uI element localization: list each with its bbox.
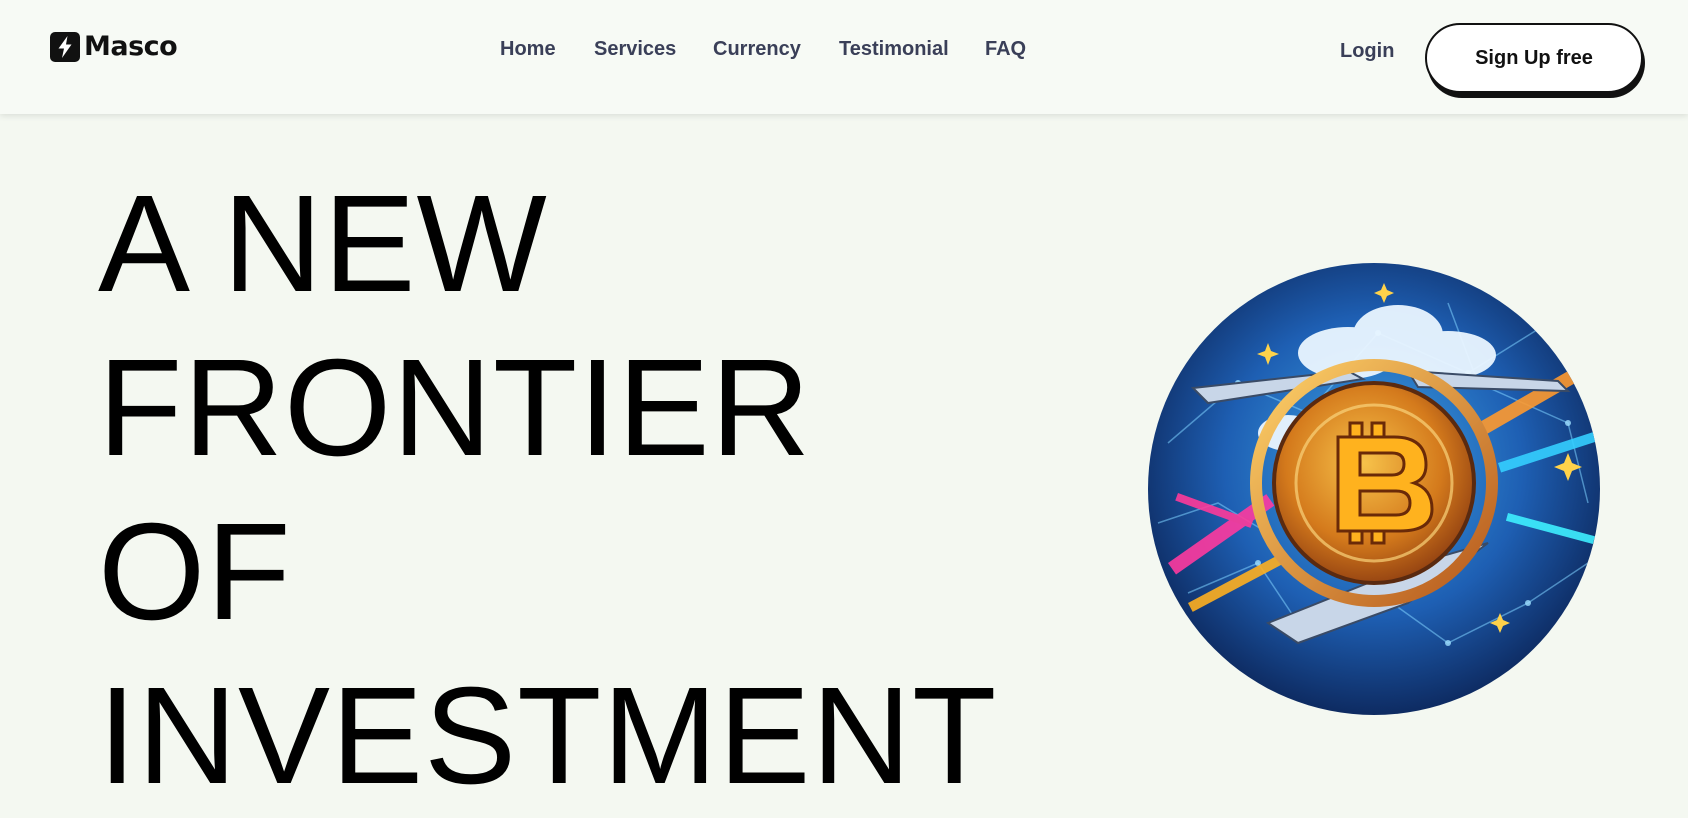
nav-services[interactable]: Services bbox=[594, 38, 676, 61]
nav-home[interactable]: Home bbox=[500, 38, 556, 61]
site-header: Masco Home Services Currency Testimonial… bbox=[0, 0, 1688, 114]
hero-title-line: INVESTMENT bbox=[98, 659, 998, 813]
hero-title-line: A NEW bbox=[98, 167, 548, 321]
hero-title: A NEW FRONTIER OF INVESTMENT bbox=[98, 162, 997, 818]
hero-title-line: OF bbox=[98, 495, 292, 649]
sign-up-button[interactable]: Sign Up free bbox=[1425, 23, 1643, 93]
nav-testimonial[interactable]: Testimonial bbox=[839, 38, 949, 61]
bitcoin-illustration bbox=[1148, 263, 1600, 715]
bitcoin-hero-image bbox=[1148, 263, 1600, 715]
login-link[interactable]: Login bbox=[1340, 40, 1394, 63]
hero-title-line: FRONTIER bbox=[98, 331, 812, 485]
nav-faq[interactable]: FAQ bbox=[985, 38, 1026, 61]
nav-currency[interactable]: Currency bbox=[713, 38, 801, 61]
